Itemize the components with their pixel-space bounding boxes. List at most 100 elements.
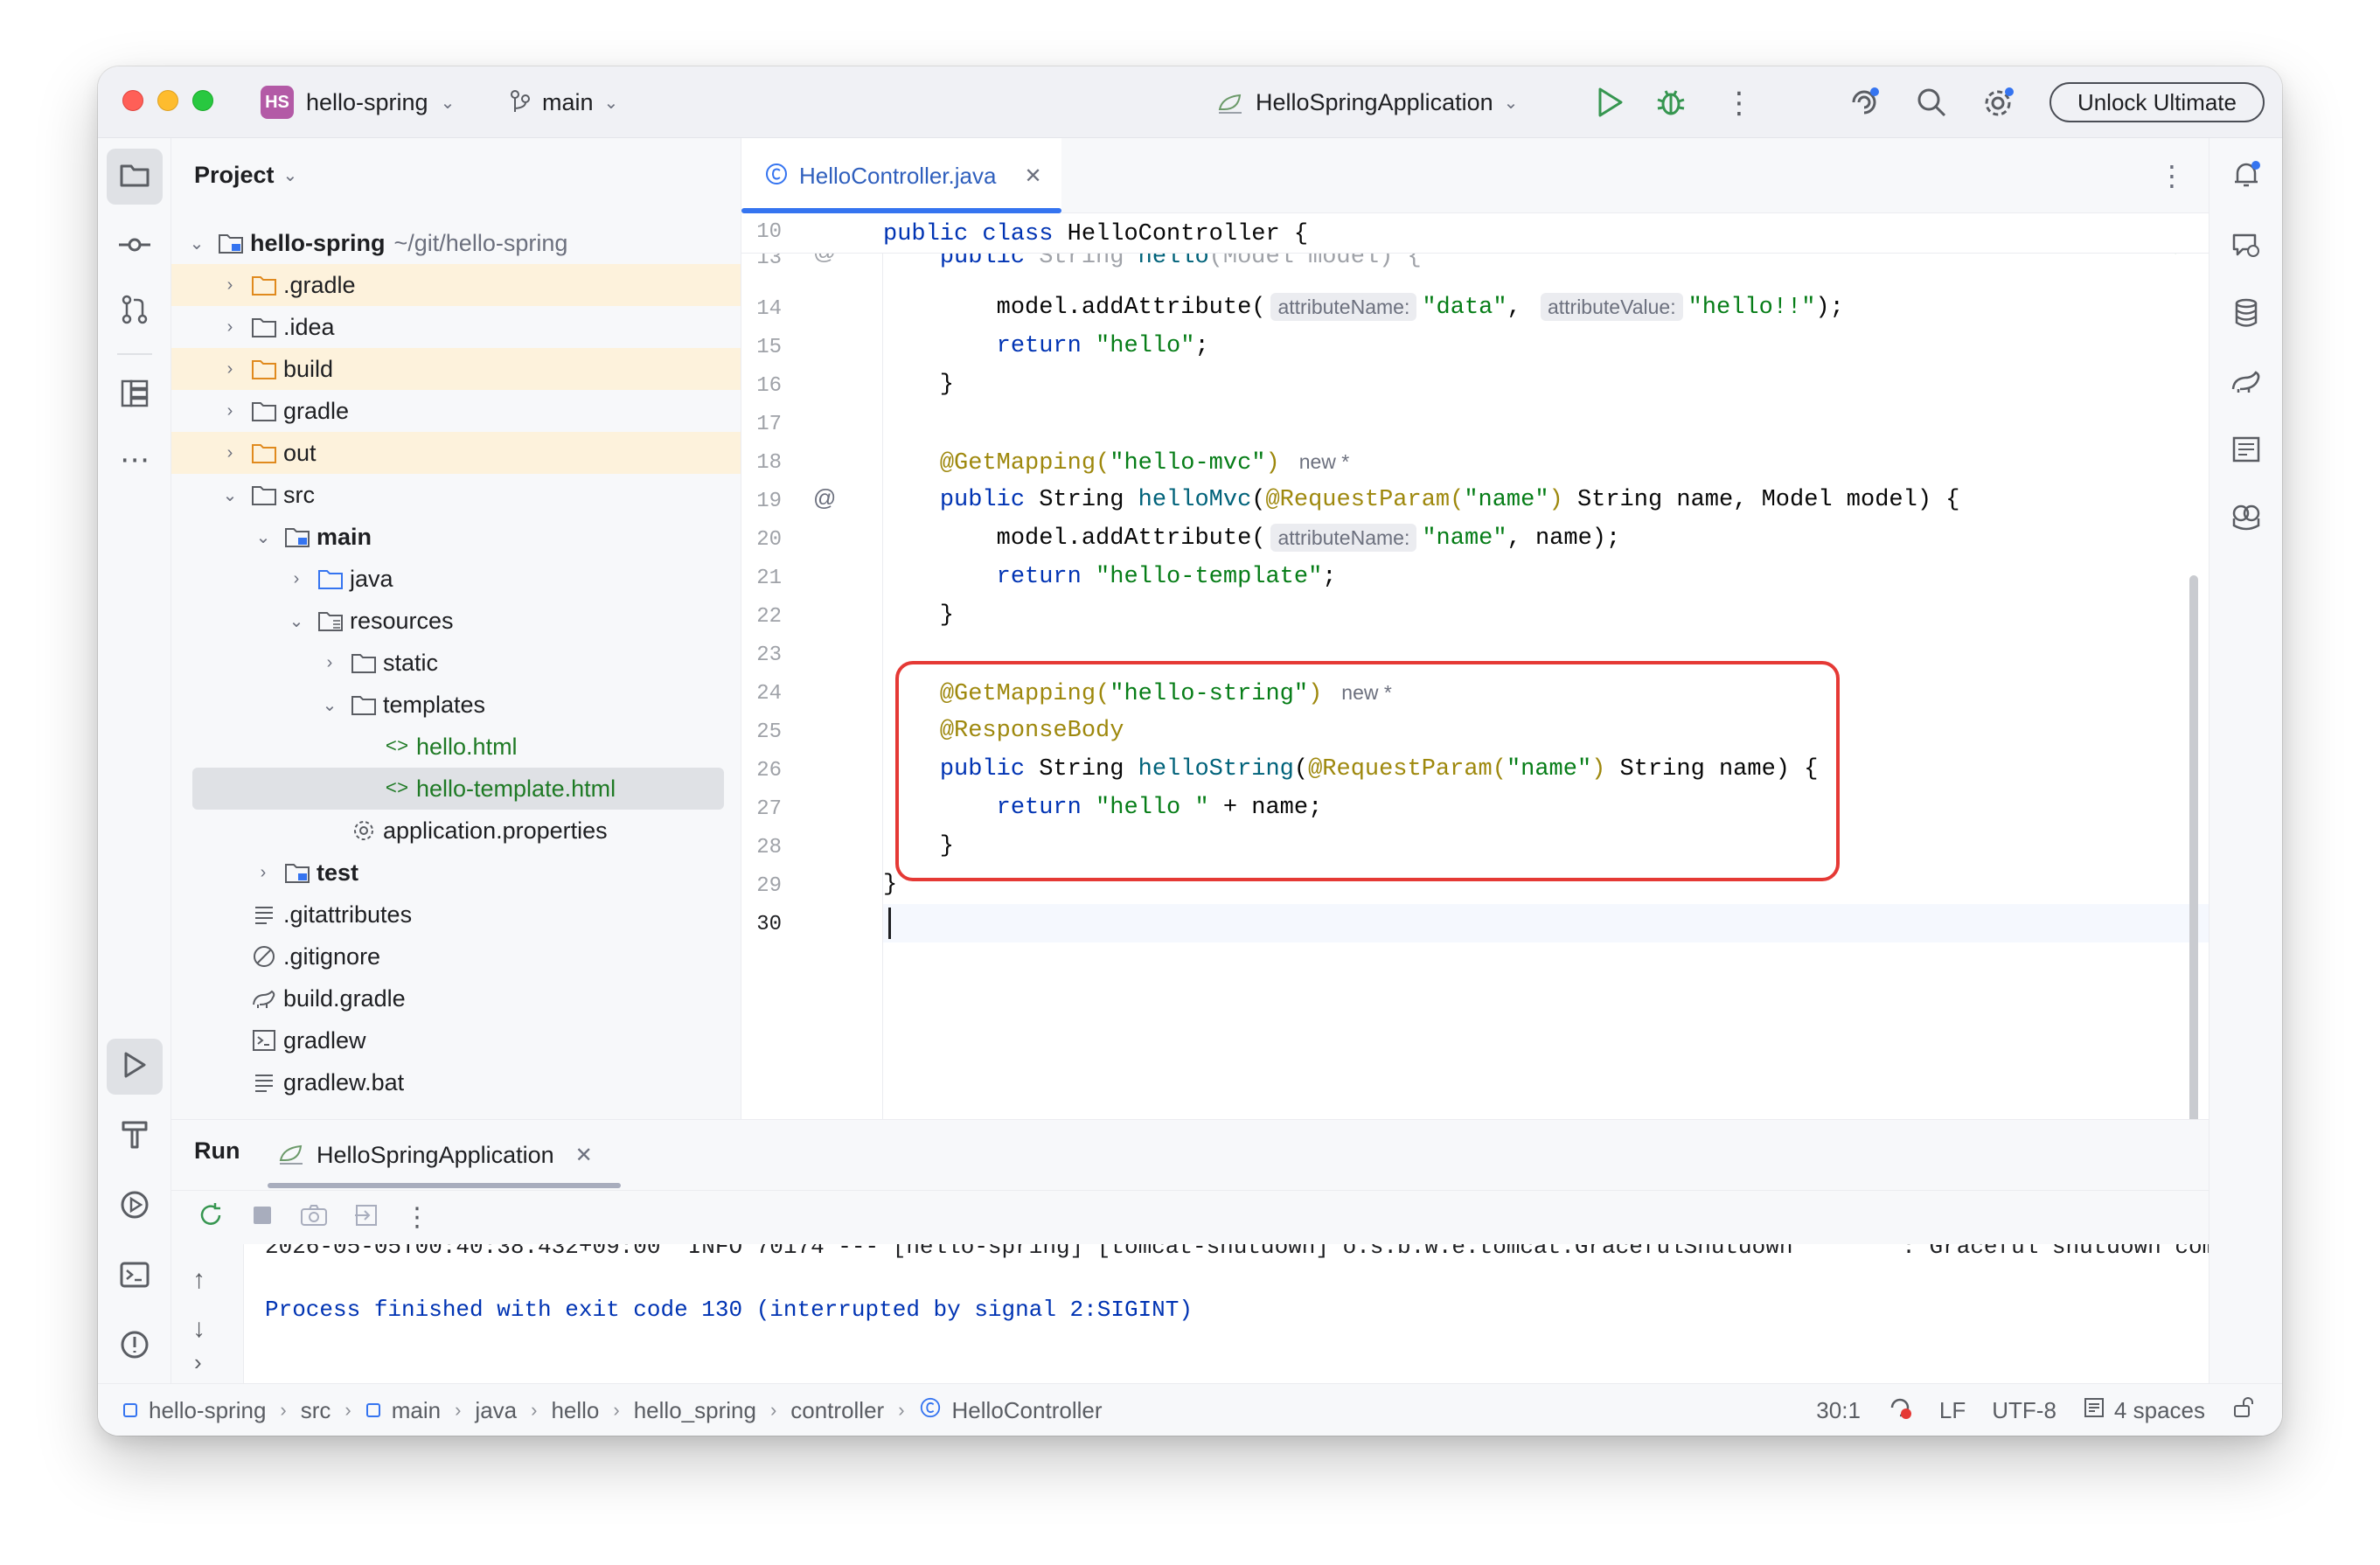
- exit-icon[interactable]: [353, 1202, 379, 1233]
- tree-root[interactable]: ⌄ hello-spring ~/git/hello-spring: [171, 222, 741, 264]
- chevron-right-icon[interactable]: ›: [220, 275, 240, 296]
- chevron-down-icon[interactable]: ⌄: [287, 610, 306, 632]
- module-icon: [122, 1397, 138, 1424]
- tree-item-out[interactable]: › out: [171, 432, 741, 474]
- rerun-icon[interactable]: [196, 1200, 226, 1235]
- problems-tool-button[interactable]: [107, 1318, 163, 1374]
- settings-gear-icon[interactable]: [1981, 85, 2016, 120]
- tree-item-application-properties[interactable]: application.properties: [171, 810, 741, 852]
- commit-tool-button[interactable]: [107, 219, 163, 275]
- readme-button[interactable]: [2218, 423, 2274, 479]
- ai-assistant-icon[interactable]: [1847, 85, 1882, 120]
- unlock-ultimate-button[interactable]: Unlock Ultimate: [2049, 82, 2265, 122]
- ai-status-icon[interactable]: [1887, 1395, 1913, 1427]
- run-tab-hellospringapplication[interactable]: HelloSpringApplication ✕: [268, 1132, 603, 1178]
- zoom-window-button[interactable]: [192, 90, 213, 111]
- tree-item-gradlew-bat[interactable]: gradlew.bat: [171, 1061, 741, 1103]
- project-tool-button[interactable]: [107, 149, 163, 205]
- author-hint[interactable]: new *: [1299, 450, 1350, 473]
- project-panel-header[interactable]: Project ⌄: [194, 156, 297, 194]
- tree-item-static[interactable]: › static: [171, 642, 741, 684]
- breadcrumb-item[interactable]: controller: [790, 1397, 884, 1424]
- chevron-right-icon[interactable]: ›: [220, 359, 240, 379]
- more-actions-icon[interactable]: ⋮: [1724, 86, 1754, 121]
- arrow-up-icon[interactable]: ↑: [192, 1265, 205, 1295]
- tree-item-hello-html[interactable]: <> hello.html: [171, 726, 741, 768]
- more-actions-icon[interactable]: ⋮: [404, 1202, 430, 1233]
- branch-selector[interactable]: main ⌄: [509, 82, 618, 122]
- stop-icon[interactable]: [250, 1203, 275, 1232]
- console-output[interactable]: 2026-05-05T00:40:38.432+09:00 INFO 70174…: [243, 1244, 2209, 1384]
- chevron-down-icon[interactable]: ⌄: [220, 484, 240, 506]
- structure-tool-button[interactable]: [107, 367, 163, 423]
- chevron-right-icon[interactable]: ›: [254, 863, 273, 883]
- sticky-scope-header[interactable]: 10 public class HelloController {: [741, 213, 2209, 254]
- database-button[interactable]: [2218, 287, 2274, 343]
- run-tool-button[interactable]: [107, 1039, 163, 1095]
- caret-position[interactable]: 30:1: [1816, 1397, 1861, 1424]
- build-tool-button[interactable]: [107, 1109, 163, 1165]
- tree-item-test[interactable]: › test: [171, 852, 741, 894]
- tree-item-main[interactable]: ⌄ main: [171, 516, 741, 558]
- tree-item-resources[interactable]: ⌄ resources: [171, 600, 741, 642]
- pull-requests-tool-button[interactable]: [107, 283, 163, 339]
- file-encoding[interactable]: UTF-8: [1992, 1397, 2056, 1424]
- debug-icon[interactable]: [1654, 86, 1688, 119]
- more-tabs-icon[interactable]: ⋮: [2158, 159, 2186, 192]
- copilot-button[interactable]: [2218, 491, 2274, 547]
- indent-widget[interactable]: 4 spaces: [2083, 1396, 2205, 1425]
- breadcrumb-item[interactable]: main: [392, 1397, 441, 1424]
- chevron-right-icon[interactable]: ›: [220, 443, 240, 463]
- breadcrumb-item[interactable]: java: [475, 1397, 517, 1424]
- more-tools-icon[interactable]: ⋯: [107, 432, 163, 488]
- mapping-marker-icon[interactable]: @: [813, 484, 836, 511]
- chevron-down-icon[interactable]: ⌄: [254, 526, 273, 548]
- tree-item-src[interactable]: ⌄ src: [171, 474, 741, 516]
- notifications-button[interactable]: [2218, 149, 2274, 205]
- close-icon[interactable]: ✕: [1024, 163, 1041, 189]
- breadcrumb-item[interactable]: HelloController: [952, 1397, 1103, 1424]
- tree-label: gradlew: [283, 1026, 366, 1054]
- code-editor[interactable]: HelloController.java ✕ ⋮ 13 @ 14 15 16 1…: [741, 138, 2209, 1119]
- breadcrumb-item[interactable]: src: [301, 1397, 331, 1424]
- chevron-right-icon[interactable]: ›: [220, 401, 240, 421]
- tree-item-build-gradle[interactable]: build.gradle: [171, 977, 741, 1019]
- gradle-button[interactable]: [2218, 355, 2274, 411]
- chevron-right-icon[interactable]: ›: [220, 317, 240, 337]
- tree-item-gitignore[interactable]: .gitignore: [171, 936, 741, 977]
- project-selector[interactable]: HS hello-spring ⌄: [261, 82, 455, 122]
- tree-item-templates[interactable]: ⌄ templates: [171, 684, 741, 726]
- close-window-button[interactable]: [122, 90, 143, 111]
- run-config-selector[interactable]: HelloSpringApplication ⌄: [1217, 82, 1518, 122]
- tree-item-gradle[interactable]: › gradle: [171, 390, 741, 432]
- chevron-right-icon[interactable]: ›: [320, 653, 339, 673]
- tree-item-hello-template-html[interactable]: <> hello-template.html: [192, 768, 724, 810]
- terminal-tool-button[interactable]: [107, 1249, 163, 1304]
- ai-chat-button[interactable]: [2218, 219, 2274, 275]
- line-ending[interactable]: LF: [1939, 1397, 1966, 1424]
- chevron-right-icon[interactable]: ›: [287, 569, 306, 589]
- chevron-right-icon[interactable]: ›: [194, 1349, 202, 1376]
- run-icon[interactable]: [1595, 86, 1625, 119]
- close-icon[interactable]: ✕: [575, 1143, 593, 1168]
- editor-tab-hellocontroller[interactable]: HelloController.java ✕: [741, 138, 1061, 213]
- minimize-window-button[interactable]: [157, 90, 178, 111]
- breadcrumb-item[interactable]: hello-spring: [149, 1397, 266, 1424]
- tree-item-java[interactable]: › java: [171, 558, 741, 600]
- editor-scrollbar[interactable]: [2189, 575, 2198, 1119]
- chevron-down-icon[interactable]: ⌄: [187, 233, 206, 254]
- camera-icon[interactable]: [299, 1202, 329, 1233]
- services-tool-button[interactable]: [107, 1179, 163, 1235]
- tree-item-gitattributes[interactable]: .gitattributes: [171, 894, 741, 936]
- tree-item-build[interactable]: › build: [171, 348, 741, 390]
- breadcrumb-item[interactable]: hello_spring: [634, 1397, 756, 1424]
- arrow-down-icon[interactable]: ↓: [192, 1314, 205, 1344]
- search-icon[interactable]: [1915, 86, 1948, 119]
- tree-item-idea[interactable]: › .idea: [171, 306, 741, 348]
- breadcrumb-item[interactable]: hello: [551, 1397, 599, 1424]
- chevron-down-icon[interactable]: ⌄: [320, 694, 339, 716]
- tree-item-gradlew[interactable]: gradlew: [171, 1019, 741, 1061]
- tree-item-gradle-hidden[interactable]: › .gradle: [171, 264, 741, 306]
- lock-icon[interactable]: [2231, 1395, 2256, 1426]
- code-area[interactable]: public String hello(Model model) { model…: [883, 213, 2209, 1119]
